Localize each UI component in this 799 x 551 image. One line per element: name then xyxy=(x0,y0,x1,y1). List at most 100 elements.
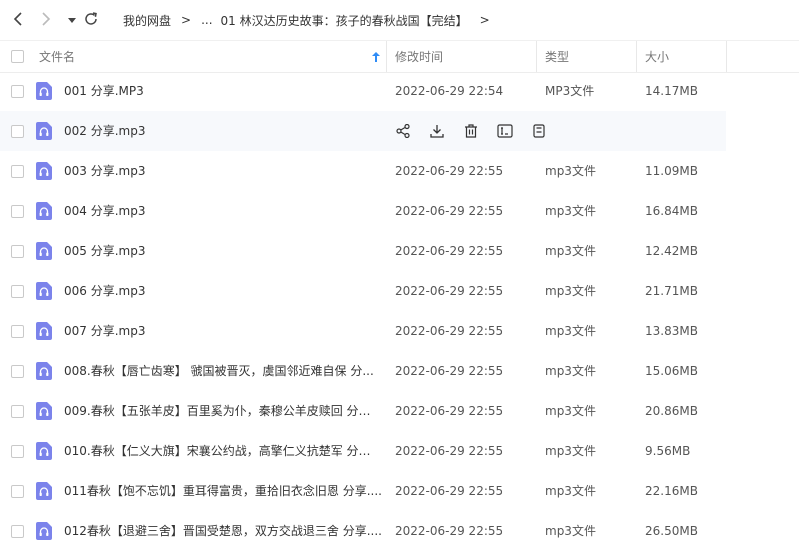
file-modified: 2022-06-29 22:55 xyxy=(395,284,504,298)
audio-file-icon xyxy=(36,202,52,220)
file-type: mp3文件 xyxy=(545,204,596,218)
file-type: mp3文件 xyxy=(545,484,596,498)
file-name[interactable]: 006 分享.mp3 xyxy=(64,271,382,311)
file-name[interactable]: 012春秋【退避三舍】晋国受楚恩，双方交战退三舍 分享.... xyxy=(64,511,382,551)
row-actions xyxy=(395,123,565,139)
row-checkbox[interactable] xyxy=(11,205,24,218)
download-icon[interactable] xyxy=(429,123,445,139)
file-row[interactable]: 010.春秋【仁义大旗】宋襄公约战，高擎仁义抗楚军 分享.... 2022-06… xyxy=(0,431,726,471)
chevron-right-icon xyxy=(41,11,51,29)
rename-icon[interactable] xyxy=(497,123,513,139)
file-name[interactable]: 002 分享.mp3 xyxy=(64,111,382,151)
top-toolbar: 我的网盘 > ... 01 林汉达历史故事：孩子的春秋战国【完结】 > xyxy=(0,0,799,40)
file-name[interactable]: 003 分享.mp3 xyxy=(64,151,382,191)
file-type: mp3文件 xyxy=(545,524,596,538)
audio-file-icon xyxy=(36,242,52,260)
file-name[interactable]: 009.春秋【五张羊皮】百里奚为仆，秦穆公羊皮赎回 分享.... xyxy=(64,391,382,431)
file-size: 12.42MB xyxy=(645,244,698,258)
audio-file-icon xyxy=(36,282,52,300)
breadcrumb-root[interactable]: 我的网盘 xyxy=(123,12,171,29)
file-modified: 2022-06-29 22:55 xyxy=(395,204,504,218)
file-name[interactable]: 007 分享.mp3 xyxy=(64,311,382,351)
row-checkbox[interactable] xyxy=(11,165,24,178)
audio-file-icon xyxy=(36,322,52,340)
forward-button[interactable] xyxy=(36,9,56,31)
column-size-label: 大小 xyxy=(645,50,670,64)
file-type: mp3文件 xyxy=(545,164,596,178)
row-checkbox[interactable] xyxy=(11,285,24,298)
file-name[interactable]: 004 分享.mp3 xyxy=(64,191,382,231)
file-row[interactable]: 002 分享.mp3 xyxy=(0,111,726,151)
file-type: MP3文件 xyxy=(545,84,595,98)
share-icon[interactable] xyxy=(395,123,411,139)
file-name[interactable]: 008.春秋【唇亡齿寒】 虢国被晋灭，虞国邻近难自保 分... xyxy=(64,351,382,391)
column-name-label: 文件名 xyxy=(39,50,76,64)
file-size: 11.09MB xyxy=(645,164,698,178)
file-type: mp3文件 xyxy=(545,364,596,378)
more-icon[interactable] xyxy=(531,123,547,139)
refresh-button[interactable] xyxy=(81,9,101,31)
column-modified-label: 修改时间 xyxy=(395,50,444,64)
breadcrumb-ellipsis[interactable]: ... xyxy=(201,13,212,27)
column-type[interactable]: 类型 xyxy=(545,41,635,72)
row-checkbox[interactable] xyxy=(11,325,24,338)
caret-down-icon xyxy=(68,13,76,27)
file-modified: 2022-06-29 22:55 xyxy=(395,404,504,418)
file-row[interactable]: 012春秋【退避三舍】晋国受楚恩，双方交战退三舍 分享.... 2022-06-… xyxy=(0,511,726,551)
select-all-checkbox[interactable] xyxy=(11,50,24,63)
file-row[interactable]: 011春秋【饱不忘饥】重耳得富贵，重拾旧衣念旧恩 分享.... 2022-06-… xyxy=(0,471,726,511)
row-checkbox[interactable] xyxy=(11,525,24,538)
row-checkbox[interactable] xyxy=(11,245,24,258)
file-row[interactable]: 004 分享.mp3 2022-06-29 22:55 mp3文件 16.84M… xyxy=(0,191,726,231)
column-divider[interactable] xyxy=(536,41,537,72)
file-row[interactable]: 001 分享.MP3 2022-06-29 22:54 MP3文件 14.17M… xyxy=(0,71,726,111)
file-size: 14.17MB xyxy=(645,84,698,98)
file-name[interactable]: 001 分享.MP3 xyxy=(64,71,382,111)
file-row[interactable]: 005 分享.mp3 2022-06-29 22:55 mp3文件 12.42M… xyxy=(0,231,726,271)
file-row[interactable]: 007 分享.mp3 2022-06-29 22:55 mp3文件 13.83M… xyxy=(0,311,726,351)
file-name[interactable]: 005 分享.mp3 xyxy=(64,231,382,271)
file-row[interactable]: 003 分享.mp3 2022-06-29 22:55 mp3文件 11.09M… xyxy=(0,151,726,191)
file-modified: 2022-06-29 22:55 xyxy=(395,444,504,458)
row-checkbox[interactable] xyxy=(11,125,24,138)
audio-file-icon xyxy=(36,362,52,380)
file-size: 21.71MB xyxy=(645,284,698,298)
row-checkbox[interactable] xyxy=(11,405,24,418)
sort-arrow-up-icon[interactable] xyxy=(372,51,380,65)
audio-file-icon xyxy=(36,162,52,180)
column-divider[interactable] xyxy=(386,41,387,72)
column-size[interactable]: 大小 xyxy=(645,41,725,72)
refresh-icon xyxy=(84,11,98,29)
file-row[interactable]: 008.春秋【唇亡齿寒】 虢国被晋灭，虞国邻近难自保 分... 2022-06-… xyxy=(0,351,726,391)
file-type: mp3文件 xyxy=(545,284,596,298)
file-name[interactable]: 011春秋【饱不忘饥】重耳得富贵，重拾旧衣念旧恩 分享.... xyxy=(64,471,382,511)
audio-file-icon xyxy=(36,522,52,540)
row-checkbox[interactable] xyxy=(11,445,24,458)
back-button[interactable] xyxy=(8,9,28,31)
row-checkbox[interactable] xyxy=(11,365,24,378)
column-divider[interactable] xyxy=(636,41,637,72)
breadcrumb-current: 01 林汉达历史故事：孩子的春秋战国【完结】 xyxy=(220,13,468,28)
file-size: 13.83MB xyxy=(645,324,698,338)
column-modified[interactable]: 修改时间 xyxy=(395,41,535,72)
row-checkbox[interactable] xyxy=(11,85,24,98)
file-size: 16.84MB xyxy=(645,204,698,218)
file-row[interactable]: 009.春秋【五张羊皮】百里奚为仆，秦穆公羊皮赎回 分享.... 2022-06… xyxy=(0,391,726,431)
audio-file-icon xyxy=(36,122,52,140)
file-size: 20.86MB xyxy=(645,404,698,418)
trash-icon[interactable] xyxy=(463,123,479,139)
breadcrumb-separator[interactable]: > xyxy=(480,13,490,27)
file-size: 26.50MB xyxy=(645,524,698,538)
file-name[interactable]: 010.春秋【仁义大旗】宋襄公约战，高擎仁义抗楚军 分享.... xyxy=(64,431,382,471)
file-size: 22.16MB xyxy=(645,484,698,498)
chevron-left-icon xyxy=(13,11,23,29)
column-name[interactable]: 文件名 xyxy=(39,41,387,72)
file-list-header: 文件名 修改时间 类型 大小 xyxy=(0,40,799,73)
history-dropdown[interactable] xyxy=(62,9,82,31)
audio-file-icon xyxy=(36,402,52,420)
file-row[interactable]: 006 分享.mp3 2022-06-29 22:55 mp3文件 21.71M… xyxy=(0,271,726,311)
column-type-label: 类型 xyxy=(545,50,570,64)
column-divider[interactable] xyxy=(726,41,727,72)
row-checkbox[interactable] xyxy=(11,485,24,498)
file-size: 9.56MB xyxy=(645,444,691,458)
